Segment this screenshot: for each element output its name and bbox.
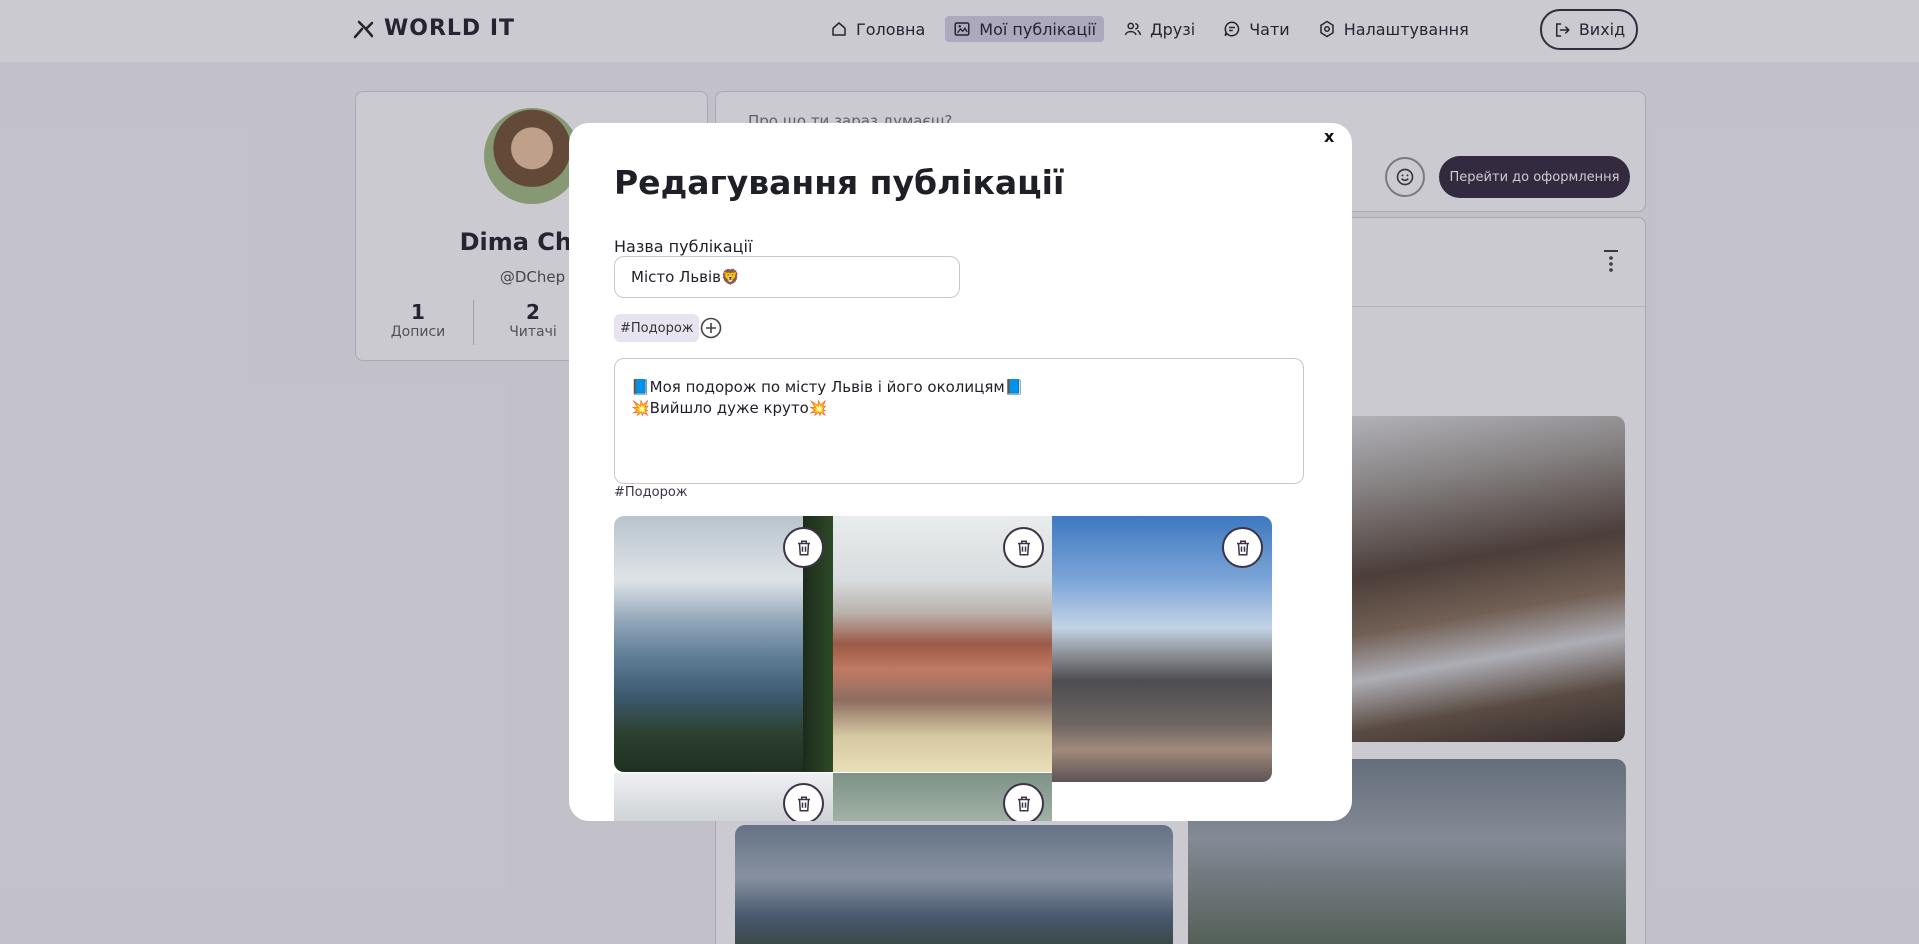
modal-title: Редагування публікації [614,163,1065,202]
trash-icon [1017,540,1030,555]
delete-image-button[interactable] [783,527,824,568]
tag-chip[interactable]: #Подорож [614,314,700,342]
delete-image-button[interactable] [783,783,824,821]
trash-icon [1236,540,1249,555]
hashtag-preview: #Подорож [614,485,688,500]
add-tag-icon[interactable] [700,317,722,339]
close-modal-button[interactable]: x [1324,129,1334,145]
delete-image-button[interactable] [1222,527,1263,568]
edit-post-modal: x Редагування публікації Назва публікаці… [569,123,1352,821]
delete-image-button[interactable] [1003,527,1044,568]
delete-image-button[interactable] [1003,783,1044,821]
post-name-label: Назва публікації [614,237,753,256]
post-name-input[interactable]: Місто Львів🦁 [614,256,960,298]
trash-icon [1017,796,1030,811]
trash-icon [797,540,810,555]
post-body-textarea[interactable]: 📘Моя подорож по місту Львів і його околи… [614,358,1304,484]
trash-icon [797,796,810,811]
